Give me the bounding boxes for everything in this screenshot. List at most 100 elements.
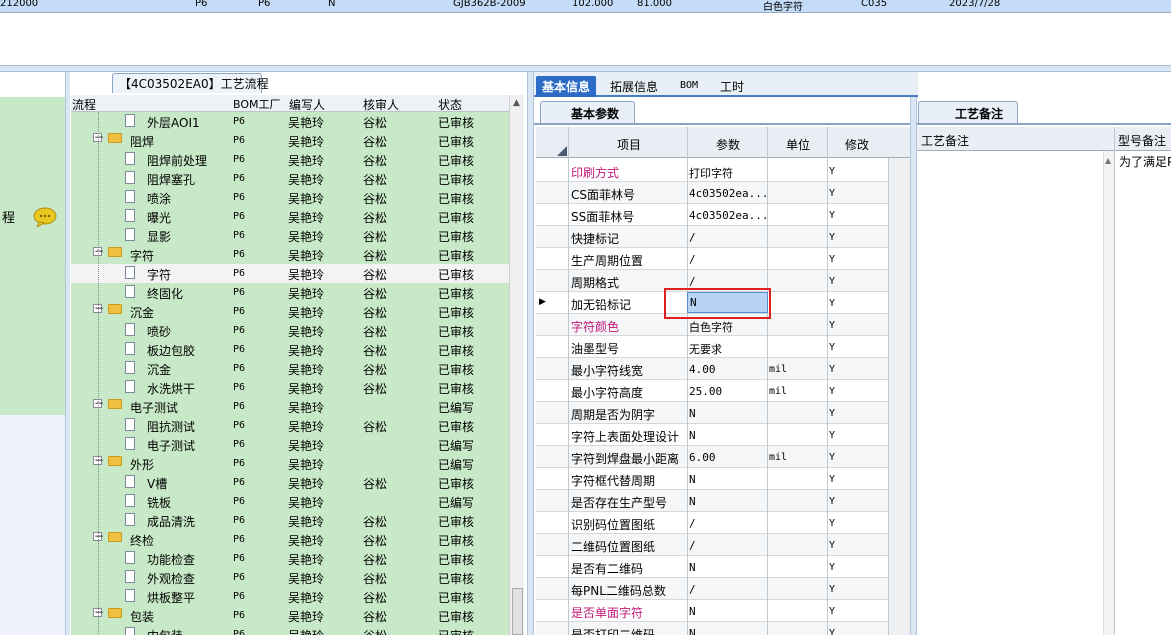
grid-modify-flag[interactable]: Y [829,276,835,287]
grid-param-value[interactable]: 25.00 [689,385,722,398]
grid-param-value[interactable]: / [689,231,696,244]
left-collapse-bar[interactable] [65,72,70,635]
chat-bubble-icon[interactable] [33,207,57,227]
tree-row[interactable]: − 字符 P6 吴艳玲 谷松 已审核 [71,245,509,264]
tree-row[interactable]: 外观检查 P6 吴艳玲 谷松 已审核 [71,568,509,587]
grid-row[interactable]: 周期是否为阴字 N Y [536,402,910,424]
grid-param-value[interactable]: / [689,275,696,288]
right-collapse-bar[interactable] [910,97,917,635]
grid-param-value[interactable]: N [689,605,696,618]
tab-work-hours[interactable]: 工时 [714,76,750,97]
grid-row[interactable]: 字符上表面处理设计 N Y [536,424,910,446]
tab-basic-info[interactable]: 基本信息 [536,76,597,97]
grid-row[interactable]: 识别码位置图纸 / Y [536,512,910,534]
grid-modify-flag[interactable]: Y [829,364,835,375]
tree-row[interactable]: 沉金 P6 吴艳玲 谷松 已审核 [71,359,509,378]
grid-modify-flag[interactable]: Y [829,474,835,485]
tree-row[interactable]: − 电子测试 P6 吴艳玲 已编写 [71,397,509,416]
tab-bom[interactable]: BOM [674,78,704,99]
tab-extended-info[interactable]: 拓展信息 [604,76,664,97]
tree-row[interactable]: − 阻焊 P6 吴艳玲 谷松 已审核 [71,131,509,150]
grid-row[interactable]: 是否存在生产型号 N Y [536,490,910,512]
grid-row[interactable]: 生产周期位置 / Y [536,248,910,270]
grid-modify-flag[interactable]: Y [829,320,835,331]
horizontal-splitter[interactable] [0,65,1171,72]
tree-row[interactable]: − 沉金 P6 吴艳玲 谷松 已审核 [71,302,509,321]
grid-col-modify[interactable]: 修改 [845,136,869,153]
tree-row[interactable]: 阻焊塞孔 P6 吴艳玲 谷松 已审核 [71,169,509,188]
grid-modify-flag[interactable]: Y [829,408,835,419]
grid-param-value[interactable]: / [689,253,696,266]
grid-param-value[interactable]: 6.00 [689,451,716,464]
tree-row[interactable]: 板边包胶 P6 吴艳玲 谷松 已审核 [71,340,509,359]
grid-modify-flag[interactable]: Y [829,430,835,441]
grid-row[interactable]: 是否单面字符 N Y [536,600,910,622]
grid-modify-flag[interactable]: Y [829,254,835,265]
tree-col-writer[interactable]: 编写人 [289,96,325,113]
grid-modify-flag[interactable]: Y [829,298,835,309]
tree-row[interactable]: 功能检查 P6 吴艳玲 谷松 已审核 [71,549,509,568]
grid-modify-flag[interactable]: Y [829,518,835,529]
grid-unit[interactable]: mil [769,364,787,375]
grid-modify-flag[interactable]: Y [829,210,835,221]
grid-modify-flag[interactable]: Y [829,606,835,617]
grid-modify-flag[interactable]: Y [829,232,835,243]
grid-modify-flag[interactable]: Y [829,452,835,463]
tree-row[interactable]: 喷涂 P6 吴艳玲 谷松 已审核 [71,188,509,207]
tree-row[interactable]: V槽 P6 吴艳玲 谷松 已审核 [71,473,509,492]
grid-row[interactable]: 油墨型号 无要求 Y [536,336,910,358]
grid-row[interactable]: 是否有二维码 N Y [536,556,910,578]
scrollbar-thumb[interactable] [512,588,523,635]
tree-row[interactable]: 喷砂 P6 吴艳玲 谷松 已审核 [71,321,509,340]
grid-param-value[interactable]: 4c03502ea... [689,187,768,200]
params-grid[interactable]: 项目 参数 单位 修改 印刷方式 打印字符 Y CS面菲林号 4c03502ea... Y… [536,127,910,635]
grid-param-value[interactable]: 打印字符 [689,165,733,181]
grid-modify-flag[interactable]: Y [829,584,835,595]
grid-row[interactable]: CS面菲林号 4c03502ea... Y [536,182,910,204]
grid-modify-flag[interactable]: Y [829,496,835,507]
grid-param-value[interactable]: 白色字符 [689,319,733,335]
grid-row[interactable]: 每PNL二维码总数 / Y [536,578,910,600]
grid-param-value[interactable]: N [689,561,696,574]
grid-param-value[interactable]: 无要求 [689,341,722,357]
grid-param-value[interactable]: N [689,473,696,486]
grid-modify-flag[interactable]: Y [829,188,835,199]
process-flow-tab[interactable]: 【4C03502EA0】工艺流程 [112,73,269,93]
tree-row[interactable]: 铣板 P6 吴艳玲 已编写 [71,492,509,511]
grid-unit[interactable]: mil [769,452,787,463]
grid-row[interactable]: 字符框代替周期 N Y [536,468,910,490]
grid-param-value[interactable]: / [689,539,696,552]
top-data-row[interactable]: 212000 P6 P6 N GJB362B-2009 102.000 81.0… [0,0,1171,13]
tree-col-reviewer[interactable]: 核审人 [363,96,399,113]
grid-row[interactable]: SS面菲林号 4c03502ea... Y [536,204,910,226]
grid-modify-flag[interactable]: Y [829,562,835,573]
process-notes-tab[interactable]: 工艺备注 [918,101,1018,123]
tree-scrollbar[interactable]: ▲ [509,95,524,635]
grid-modify-flag[interactable]: Y [829,342,835,353]
tree-row[interactable]: 水洗烘干 P6 吴艳玲 谷松 已审核 [71,378,509,397]
grid-param-value[interactable]: / [689,583,696,596]
grid-row[interactable]: 二维码位置图纸 / Y [536,534,910,556]
tree-row[interactable]: 烘板整平 P6 吴艳玲 谷松 已审核 [71,587,509,606]
grid-param-value[interactable]: N [689,627,696,635]
notes-col-model[interactable]: 型号备注 [1118,132,1166,149]
tree-row[interactable]: 成品清洗 P6 吴艳玲 谷松 已审核 [71,511,509,530]
grid-param-value[interactable]: N [689,407,696,420]
tree-row[interactable]: 阻焊前处理 P6 吴艳玲 谷松 已审核 [71,150,509,169]
grid-param-value[interactable]: 4.00 [689,363,716,376]
grid-col-unit[interactable]: 单位 [786,136,810,153]
tree-row[interactable]: 终固化 P6 吴艳玲 谷松 已审核 [71,283,509,302]
tree-row[interactable]: − 终检 P6 吴艳玲 谷松 已审核 [71,530,509,549]
grid-param-value[interactable]: N [689,495,696,508]
tree-col-flow[interactable]: 流程 [72,96,96,113]
tree-row[interactable]: 内包装 P6 吴艳玲 谷松 已审核 [71,625,509,635]
scroll-up-arrow-icon[interactable]: ▲ [513,98,520,108]
sub-tab-basic-params[interactable]: 基本参数 [540,101,635,123]
grid-row[interactable]: 印刷方式 打印字符 Y [536,160,910,182]
grid-param-value[interactable]: / [689,517,696,530]
grid-modify-flag[interactable]: Y [829,166,835,177]
grid-modify-flag[interactable]: Y [829,386,835,397]
grid-col-param[interactable]: 参数 [716,136,740,153]
grid-unit[interactable]: mil [769,386,787,397]
grid-modify-flag[interactable]: Y [829,628,835,635]
